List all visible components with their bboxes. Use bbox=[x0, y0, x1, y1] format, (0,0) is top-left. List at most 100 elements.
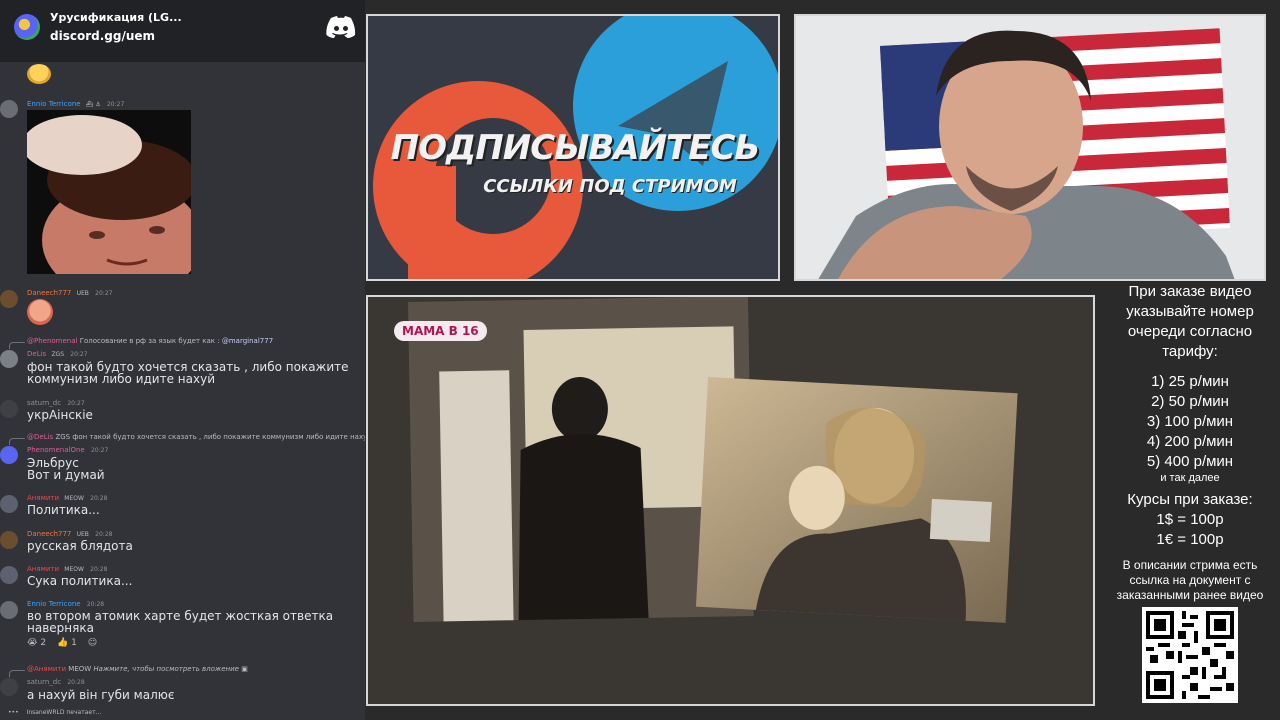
username[interactable]: Daneech777 bbox=[27, 530, 71, 538]
reply-username: @DeLis bbox=[27, 433, 54, 441]
reaction-button[interactable]: 😭 2 bbox=[27, 638, 46, 648]
description-note: В описании стрима есть ссылка на докумен… bbox=[1116, 558, 1264, 602]
qr-code-image bbox=[1142, 607, 1238, 703]
reply-preview[interactable]: @Phenomenal Голосование в рф за язык буд… bbox=[27, 337, 273, 345]
add-reaction-icon[interactable]: ☺ bbox=[88, 638, 97, 648]
image-icon: ▣ bbox=[241, 665, 248, 673]
server-invite-link[interactable]: discord.gg/uem bbox=[50, 29, 155, 43]
message-text: Сука политика... bbox=[27, 574, 133, 588]
message-text: русская блядота bbox=[27, 539, 133, 553]
message-text: во втором атомик харте будет жосткая отв… bbox=[27, 609, 334, 635]
video-player[interactable]: МАМА В 16 bbox=[366, 295, 1095, 706]
role-icon: ⛴ ⚓ bbox=[85, 101, 101, 108]
rate-item: 1€ = 100р bbox=[1156, 531, 1224, 548]
meme-image-art bbox=[27, 110, 191, 274]
avatar[interactable] bbox=[0, 400, 18, 418]
avatar[interactable] bbox=[0, 290, 18, 308]
avatar[interactable] bbox=[0, 446, 18, 464]
order-note: При заказе видео указывайте номер очеред… bbox=[1126, 283, 1254, 360]
username[interactable]: saturn_dc bbox=[27, 678, 61, 686]
role-badge: UEB bbox=[76, 290, 89, 297]
angry-emoji bbox=[27, 299, 53, 325]
webcam-image bbox=[796, 16, 1264, 279]
role-badge: MEOW bbox=[64, 495, 84, 502]
avatar[interactable] bbox=[0, 678, 18, 696]
avatar[interactable] bbox=[0, 100, 18, 118]
reply-badge: MEOW bbox=[68, 665, 92, 673]
message-text: фон такой будто хочется сказать , либо п… bbox=[27, 360, 349, 386]
etc-note: и так далее bbox=[1160, 472, 1220, 484]
stream-info-panel: При заказе видео указывайте номер очеред… bbox=[1100, 282, 1280, 703]
reply-connector bbox=[9, 670, 25, 677]
username[interactable]: saturn_dc bbox=[27, 399, 61, 407]
server-name: Урусификация (LG... bbox=[50, 11, 182, 24]
timestamp: 20:27 bbox=[70, 351, 88, 358]
avatar[interactable] bbox=[0, 495, 18, 513]
meme-image[interactable] bbox=[27, 110, 191, 274]
timestamp: 20:27 bbox=[90, 447, 109, 454]
discord-server-header[interactable]: Урусификация (LG... discord.gg/uem bbox=[0, 0, 365, 62]
promo-title: ПОДПИСЫВАЙТЕСЬ bbox=[390, 128, 761, 168]
role-badge: MEOW bbox=[64, 566, 84, 573]
reaction-count: 1 bbox=[71, 638, 77, 648]
qr-code[interactable] bbox=[1142, 607, 1238, 703]
server-icon[interactable] bbox=[14, 14, 40, 40]
timestamp: 20:27 bbox=[67, 400, 85, 407]
reply-badge: ZGS bbox=[55, 433, 71, 441]
timestamp: 20:28 bbox=[95, 531, 113, 538]
rates-title: Курсы при заказе: bbox=[1127, 491, 1253, 508]
avatar[interactable] bbox=[0, 350, 18, 368]
reply-mention: @marginal777 bbox=[221, 337, 274, 345]
discord-chat-overlay: Урусификация (LG... discord.gg/uem Ennio… bbox=[0, 0, 365, 720]
avatar[interactable] bbox=[0, 601, 18, 619]
reply-text: Голосование в рф за язык будет как : bbox=[79, 337, 220, 345]
webcam-feed bbox=[794, 14, 1266, 281]
username[interactable]: DeLis bbox=[27, 350, 46, 358]
reply-preview[interactable]: @Анямити MEOW Нажмите, чтобы посмотреть … bbox=[27, 665, 248, 673]
timestamp: 20:27 bbox=[106, 101, 125, 108]
reply-username: @Phenomenal bbox=[27, 337, 78, 345]
reply-connector bbox=[9, 438, 25, 445]
username[interactable]: Ennio Terricone bbox=[27, 100, 81, 108]
avatar[interactable] bbox=[0, 531, 18, 549]
show-logo-badge: МАМА В 16 bbox=[394, 321, 487, 341]
username[interactable]: Ennio Terricone bbox=[27, 600, 81, 608]
mother-daughter-photo bbox=[695, 377, 1018, 623]
typing-text: InsaneWRLD печатает... bbox=[26, 709, 102, 716]
subscribe-promo-panel: ПОДПИСЫВАЙТЕСЬ ССЫЛКИ ПОД СТРИМОМ bbox=[366, 14, 780, 281]
typing-indicator: ••• InsaneWRLD печатает... bbox=[8, 709, 101, 716]
reaction-bar: 😭 2 👍 1 ☺ bbox=[27, 638, 97, 648]
role-badge: ZGS bbox=[51, 351, 65, 358]
message-text: Эльбрус Вот и думай bbox=[27, 456, 105, 482]
reaction-button[interactable]: 👍 1 bbox=[57, 638, 77, 648]
reaction-count: 2 bbox=[40, 638, 47, 648]
reply-username: @Анямити bbox=[27, 665, 67, 673]
reply-preview[interactable]: @DeLis ZGS фон такой будто хочется сказа… bbox=[27, 433, 365, 441]
timestamp: 20:28 bbox=[67, 679, 85, 686]
message-text: укрАінскіе bbox=[27, 408, 93, 422]
avatar[interactable] bbox=[0, 566, 18, 584]
timestamp: 20:28 bbox=[86, 601, 105, 608]
tariff-item: 3) 100 р/мин bbox=[1146, 413, 1234, 430]
reply-connector bbox=[9, 342, 25, 349]
promo-subtitle: ССЫЛКИ ПОД СТРИМОМ bbox=[483, 176, 737, 197]
role-badge: UEB bbox=[76, 531, 89, 538]
username[interactable]: PhenomenalOne bbox=[27, 446, 85, 454]
username[interactable]: Daneech777 bbox=[27, 289, 71, 297]
message-text: Политика... bbox=[27, 503, 100, 517]
video-frame bbox=[368, 297, 1093, 704]
username[interactable]: Анямити bbox=[27, 494, 59, 502]
timestamp: 20:27 bbox=[95, 290, 113, 297]
username[interactable]: Анямити bbox=[27, 565, 59, 573]
message-text: а нахуй він губи малює bbox=[27, 688, 175, 702]
reply-text: Нажмите, чтобы посмотреть вложение bbox=[93, 665, 239, 673]
typing-dots-icon: ••• bbox=[8, 709, 19, 716]
tariff-item: 5) 400 р/мин bbox=[1146, 453, 1234, 470]
laughing-emoji bbox=[27, 64, 51, 84]
tariff-item: 4) 200 р/мин bbox=[1146, 433, 1234, 450]
timestamp: 20:28 bbox=[90, 495, 108, 502]
tariff-list: 1) 25 р/мин 2) 50 р/мин 3) 100 р/мин 4) … bbox=[1100, 372, 1280, 472]
discord-icon bbox=[326, 16, 356, 38]
reply-text: фон такой будто хочется сказать , либо п… bbox=[72, 433, 365, 441]
timestamp: 20:28 bbox=[90, 566, 108, 573]
